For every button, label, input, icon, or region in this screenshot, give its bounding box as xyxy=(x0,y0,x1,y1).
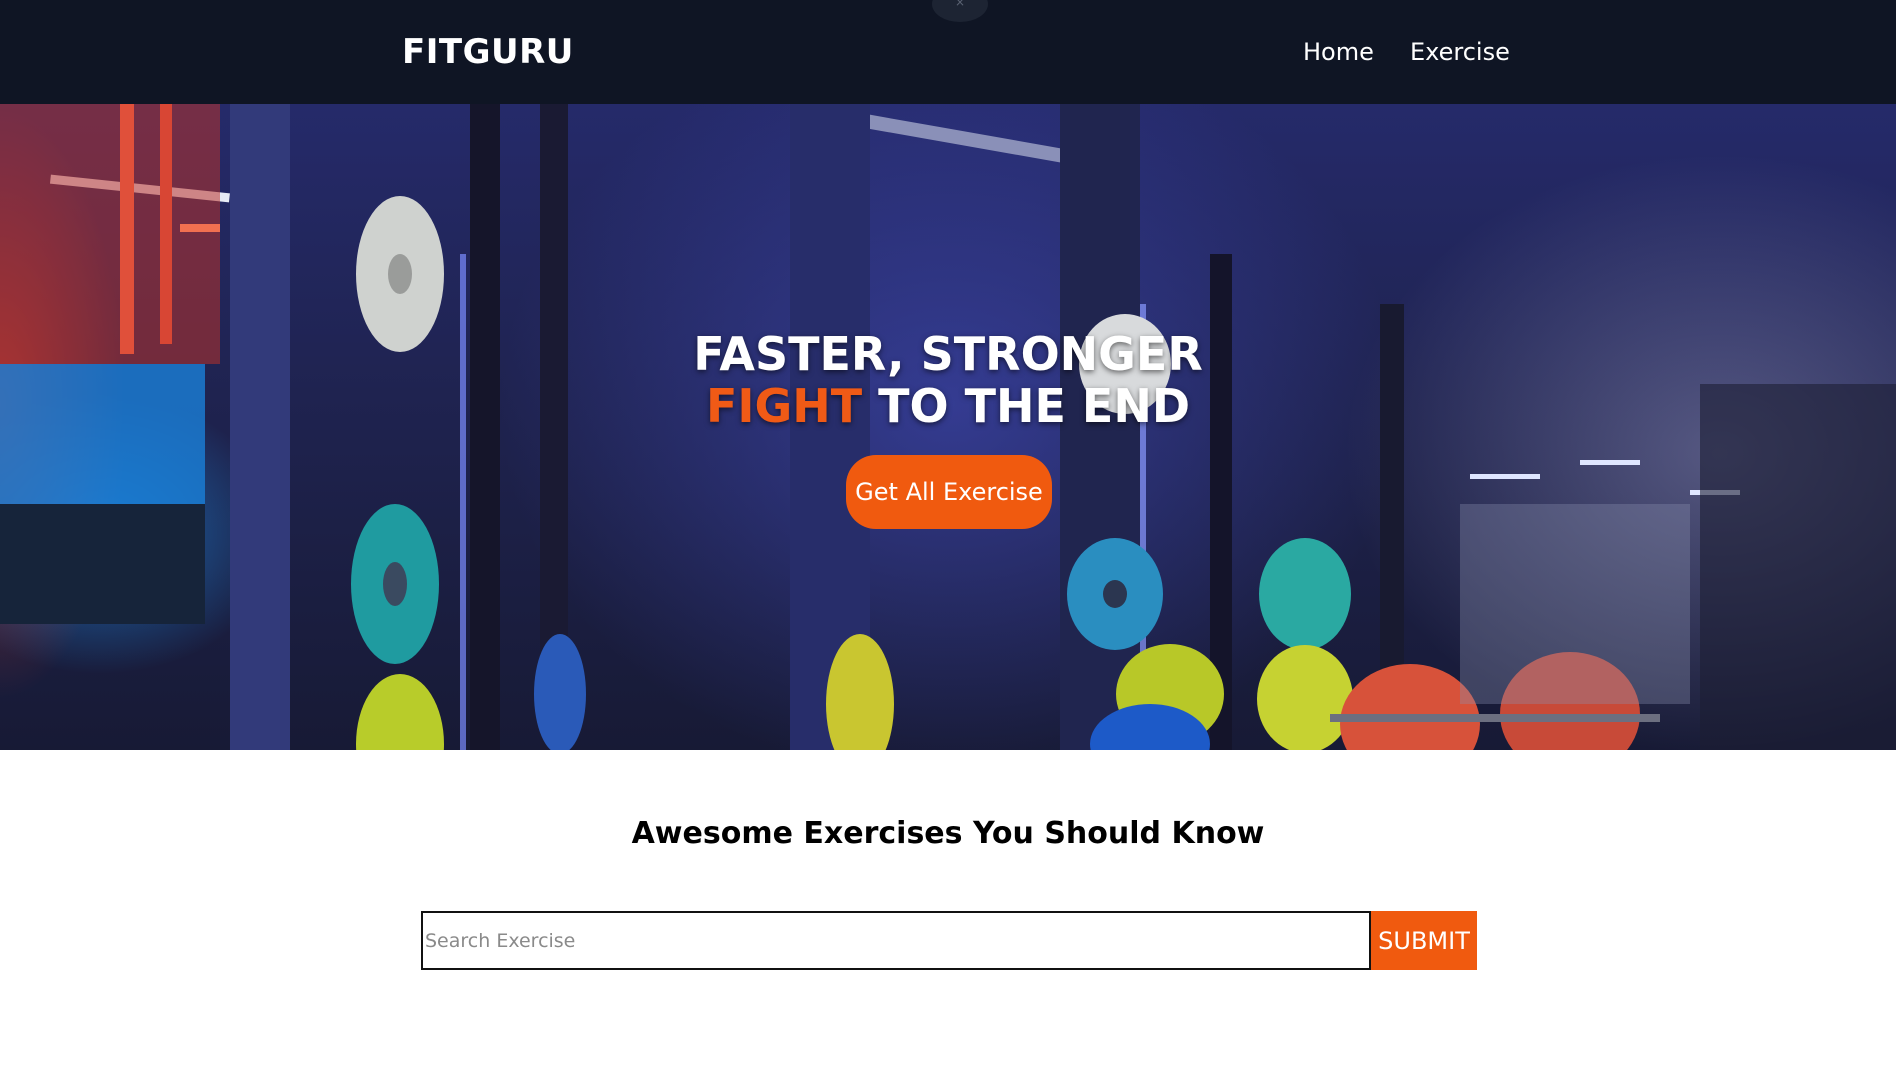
section-title: Awesome Exercises You Should Know xyxy=(631,816,1265,851)
hero-headline-line2: FIGHT TO THE END xyxy=(0,380,1896,432)
search-exercise-input[interactable] xyxy=(421,911,1371,970)
nav-link-exercise[interactable]: Exercise xyxy=(1410,38,1510,66)
hero-accent-word: FIGHT xyxy=(705,379,863,433)
hero-headline-line1: FASTER, STRONGER xyxy=(693,327,1203,381)
close-handle[interactable]: × xyxy=(932,0,988,22)
hero-headline-rest: TO THE END xyxy=(862,379,1191,433)
close-icon: × xyxy=(954,0,966,9)
brand-logo[interactable]: FITGURU xyxy=(402,32,574,72)
nav-link-home[interactable]: Home xyxy=(1303,38,1374,66)
navbar: × FITGURU Home Exercise xyxy=(0,0,1896,104)
get-all-exercise-button[interactable]: Get All Exercise xyxy=(846,455,1052,529)
hero-banner: FASTER, STRONGER FIGHT TO THE END Get Al… xyxy=(0,104,1896,750)
hero-headline: FASTER, STRONGER FIGHT TO THE END xyxy=(0,328,1896,432)
submit-button[interactable]: SUBMIT xyxy=(1371,911,1477,970)
